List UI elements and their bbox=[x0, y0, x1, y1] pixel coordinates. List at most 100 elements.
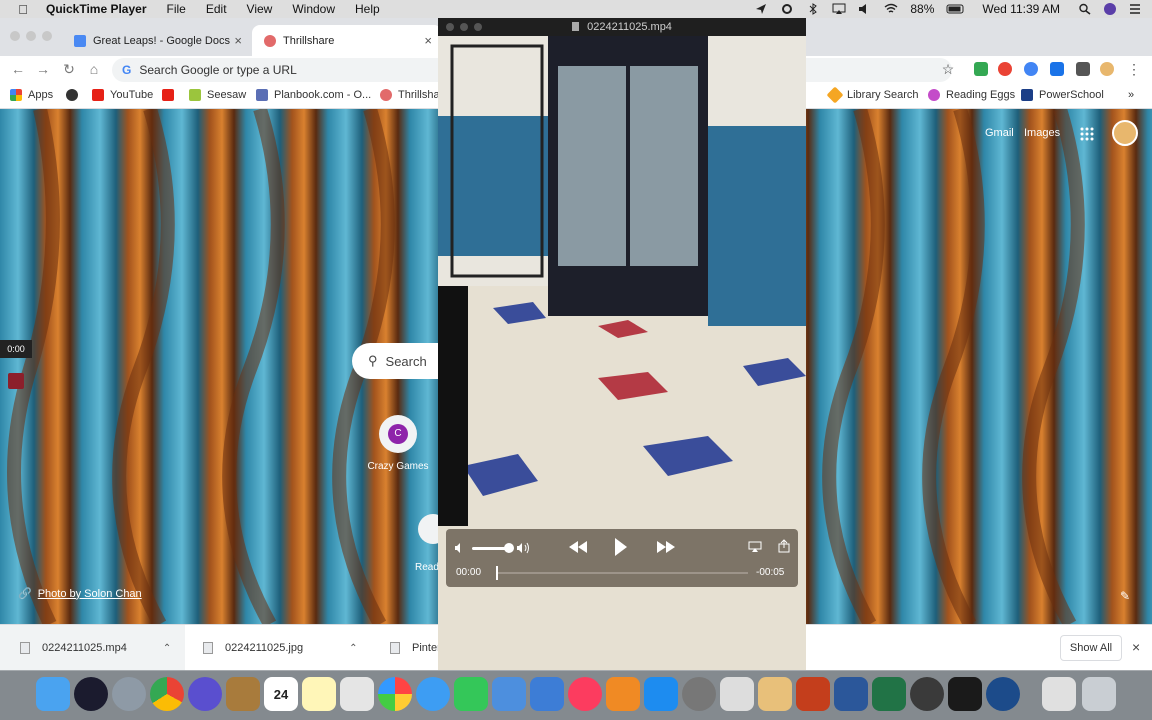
volume-icon[interactable] bbox=[858, 3, 872, 15]
tab-close-button[interactable]: × bbox=[424, 33, 432, 48]
bookmark-youtube[interactable]: YouTube bbox=[92, 89, 153, 101]
word-icon[interactable] bbox=[834, 677, 868, 711]
google-account-avatar[interactable] bbox=[1112, 120, 1138, 146]
excel-icon[interactable] bbox=[872, 677, 906, 711]
window-close-button[interactable] bbox=[10, 31, 20, 41]
wifi-icon[interactable] bbox=[884, 3, 898, 15]
chevron-up-icon[interactable]: ⌃ bbox=[163, 643, 171, 654]
preview-icon[interactable] bbox=[492, 677, 526, 711]
settings-flower-icon[interactable] bbox=[188, 677, 222, 711]
app-menu[interactable]: QuickTime Player bbox=[46, 2, 147, 16]
volume-high-icon[interactable] bbox=[516, 541, 532, 555]
maps-icon[interactable] bbox=[340, 677, 374, 711]
tab-google-docs[interactable]: Great Leaps! - Google Docs × bbox=[62, 25, 252, 56]
bookmark-seesaw[interactable]: Seesaw bbox=[189, 89, 246, 101]
robot-app-icon[interactable] bbox=[910, 677, 944, 711]
images-link[interactable]: Images bbox=[1024, 127, 1060, 139]
qt-close-button[interactable] bbox=[446, 23, 454, 31]
bookmark-powerschool[interactable]: PowerSchool bbox=[1021, 89, 1104, 101]
home-icon[interactable]: ⌂ bbox=[86, 61, 102, 77]
photos-icon[interactable] bbox=[378, 677, 412, 711]
google-apps-icon[interactable] bbox=[1080, 127, 1094, 141]
menu-file[interactable]: File bbox=[167, 2, 186, 16]
quicktime-icon[interactable] bbox=[986, 677, 1020, 711]
record-stop-button[interactable] bbox=[8, 373, 24, 389]
bookmark-apps[interactable]: Apps bbox=[10, 89, 53, 101]
extension-heart-icon[interactable] bbox=[998, 62, 1012, 76]
contacts-icon[interactable] bbox=[226, 677, 260, 711]
script-editor-icon[interactable] bbox=[720, 677, 754, 711]
volume-slider-knob[interactable] bbox=[504, 543, 514, 553]
finder-icon[interactable] bbox=[36, 677, 70, 711]
notes-icon[interactable] bbox=[302, 677, 336, 711]
download-item[interactable]: Pinter bbox=[390, 625, 441, 671]
trash-icon[interactable] bbox=[1082, 677, 1116, 711]
share-icon[interactable] bbox=[778, 539, 790, 553]
reload-icon[interactable]: ↻ bbox=[61, 61, 77, 77]
rewind-icon[interactable] bbox=[568, 540, 588, 554]
app-store-icon[interactable] bbox=[644, 677, 678, 711]
powerpoint-icon[interactable] bbox=[796, 677, 830, 711]
extension-shield-icon[interactable] bbox=[1050, 62, 1064, 76]
fast-forward-icon[interactable] bbox=[656, 540, 676, 554]
notification-center-icon[interactable] bbox=[1128, 3, 1142, 15]
books-icon[interactable] bbox=[606, 677, 640, 711]
flash-player-icon[interactable] bbox=[948, 677, 982, 711]
customize-pencil-icon[interactable]: ✎ bbox=[1120, 589, 1130, 603]
airplay-icon[interactable] bbox=[832, 3, 846, 15]
airplay-icon[interactable] bbox=[748, 541, 762, 553]
qt-zoom-button[interactable] bbox=[474, 23, 482, 31]
chevron-up-icon[interactable]: ⌃ bbox=[349, 643, 357, 654]
extension-blue-icon[interactable] bbox=[1024, 62, 1038, 76]
extensions-puzzle-icon[interactable] bbox=[1076, 62, 1090, 76]
video-frame[interactable]: 00:00 -00:05 bbox=[438, 36, 806, 670]
bookmark-globe[interactable] bbox=[66, 89, 84, 101]
chrome-menu-icon[interactable]: ⋮ bbox=[1126, 61, 1142, 77]
shortcut-label[interactable]: Read bbox=[415, 562, 439, 573]
bookmark-reading-eggs[interactable]: Reading Eggs bbox=[928, 89, 1015, 101]
facetime-icon[interactable] bbox=[454, 677, 488, 711]
gear-icon[interactable] bbox=[780, 3, 794, 15]
quicktime-title-bar[interactable]: 0224211025.mp4 bbox=[438, 18, 806, 36]
messages-icon[interactable] bbox=[416, 677, 450, 711]
downloads-stack-icon[interactable] bbox=[1042, 677, 1076, 711]
menubar-clock[interactable]: Wed 11:39 AM bbox=[982, 2, 1060, 16]
bookmark-star-icon[interactable]: ☆ bbox=[940, 61, 956, 77]
download-item[interactable]: 0224211025.jpg ⌃ bbox=[203, 625, 358, 671]
window-minimize-button[interactable] bbox=[26, 31, 36, 41]
window-zoom-button[interactable] bbox=[42, 31, 52, 41]
bookmark-library-search[interactable]: Library Search bbox=[826, 86, 919, 104]
close-downloads-button[interactable]: × bbox=[1132, 639, 1140, 655]
profile-avatar[interactable] bbox=[1100, 62, 1114, 76]
bluetooth-icon[interactable] bbox=[806, 3, 820, 15]
launchpad-icon[interactable] bbox=[112, 677, 146, 711]
menu-view[interactable]: View bbox=[247, 2, 273, 16]
siri-icon[interactable] bbox=[74, 677, 108, 711]
shortcut-crazy-games[interactable]: C Crazy Games bbox=[366, 415, 430, 472]
menu-edit[interactable]: Edit bbox=[206, 2, 227, 16]
menu-window[interactable]: Window bbox=[292, 2, 335, 16]
back-arrow-icon[interactable]: ← bbox=[10, 61, 26, 77]
keynote-icon[interactable] bbox=[530, 677, 564, 711]
chrome-icon[interactable] bbox=[150, 677, 184, 711]
bookmarks-overflow-icon[interactable]: » bbox=[1128, 89, 1134, 101]
pencil-app-icon[interactable] bbox=[758, 677, 792, 711]
tab-close-button[interactable]: × bbox=[234, 33, 242, 48]
bookmark-thrillshare[interactable]: Thrillshar bbox=[380, 89, 443, 101]
forward-arrow-icon[interactable]: → bbox=[35, 61, 51, 77]
volume-low-icon[interactable] bbox=[454, 542, 466, 554]
playhead[interactable] bbox=[496, 566, 498, 580]
spotlight-search-icon[interactable] bbox=[1078, 3, 1092, 15]
gmail-link[interactable]: Gmail bbox=[985, 127, 1014, 139]
music-icon[interactable] bbox=[568, 677, 602, 711]
battery-icon[interactable] bbox=[946, 3, 966, 15]
photo-credit-link[interactable]: 🔗 Photo by Solon Chan bbox=[18, 587, 142, 601]
user-avatar-icon[interactable] bbox=[1104, 3, 1116, 15]
apple-menu-icon[interactable]:  bbox=[16, 2, 30, 17]
download-item[interactable]: 0224211025.mp4 ⌃ bbox=[0, 625, 185, 671]
tab-thrillshare[interactable]: Thrillshare × bbox=[252, 25, 442, 56]
bookmark-planbook[interactable]: Planbook.com - O... bbox=[256, 89, 371, 101]
progress-track[interactable] bbox=[496, 572, 748, 574]
qt-minimize-button[interactable] bbox=[460, 23, 468, 31]
extension-green-icon[interactable] bbox=[974, 62, 988, 76]
